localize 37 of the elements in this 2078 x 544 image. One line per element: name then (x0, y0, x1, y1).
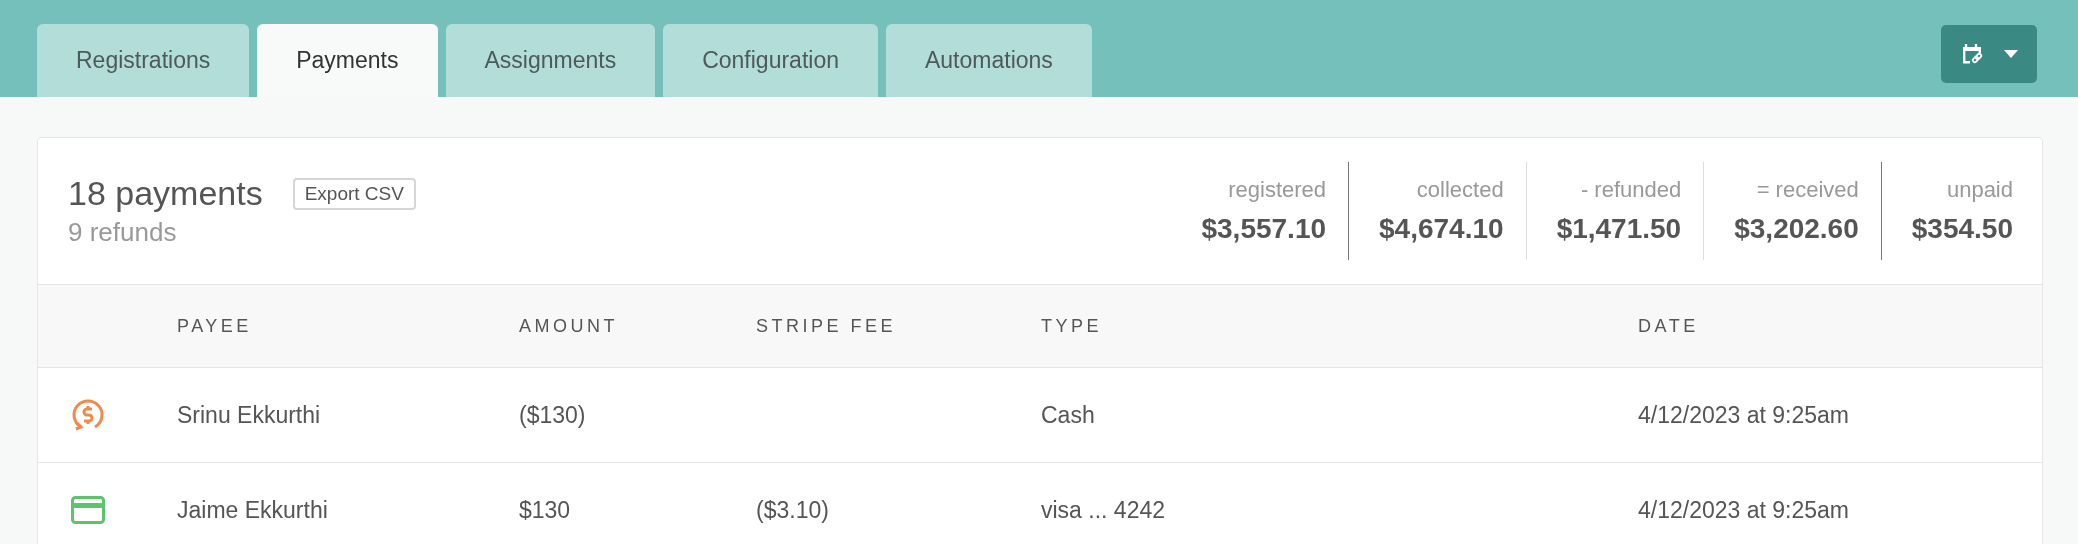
stat-label: collected (1416, 177, 1504, 203)
table-cell-text: ($3.10) (756, 496, 830, 524)
stat-label: = received (1756, 177, 1859, 203)
tab[interactable]: Configuration (663, 24, 878, 97)
stat-value: $3,202.60 (1734, 213, 1859, 245)
payments-count: 18 payments (68, 174, 263, 213)
column-header: PAYEE (177, 315, 253, 337)
stat-value: $354.50 (1911, 213, 2013, 245)
column-header: DATE (1638, 315, 1700, 337)
export-csv-button[interactable]: Export CSV (292, 177, 416, 210)
stat-value: $1,471.50 (1556, 213, 1682, 245)
caret-icon (2004, 50, 2018, 58)
table-cell-text: Jaime Ekkurthi (177, 496, 329, 524)
table-cell-text: Cash (1041, 401, 1096, 429)
column-header: STRIPE FEE (756, 315, 898, 337)
table-cell-text: $130 (519, 496, 572, 524)
stat-label: registered (1228, 177, 1327, 203)
stat-value: $4,674.10 (1379, 213, 1504, 245)
table-cell-text: 4/12/2023 at 9:25am (1638, 401, 1850, 429)
table-cell-text: ($130) (519, 401, 587, 429)
column-header: TYPE (1041, 315, 1103, 337)
table-cell-text: visa ... 4242 (1041, 496, 1167, 524)
refunds-count: 9 refunds (68, 217, 178, 248)
tab[interactable]: Registrations (37, 24, 250, 97)
stat-label: - refunded (1580, 177, 1682, 203)
stat-label: unpaid (1946, 177, 2013, 203)
refund-dollar-icon (71, 398, 105, 432)
calendar-link-icon (1960, 42, 1984, 66)
tab[interactable]: Assignments (445, 24, 656, 97)
stat-value: $3,557.10 (1201, 213, 1327, 245)
table-cell-text: 4/12/2023 at 9:25am (1638, 496, 1850, 524)
tab[interactable]: Payments (257, 24, 438, 97)
column-header: AMOUNT (519, 315, 619, 337)
table-cell-text: Srinu Ekkurthi (177, 401, 322, 429)
calendar-menu-button[interactable] (1941, 25, 2037, 83)
credit-card-icon (71, 496, 105, 524)
tab[interactable]: Automations (886, 24, 1092, 97)
